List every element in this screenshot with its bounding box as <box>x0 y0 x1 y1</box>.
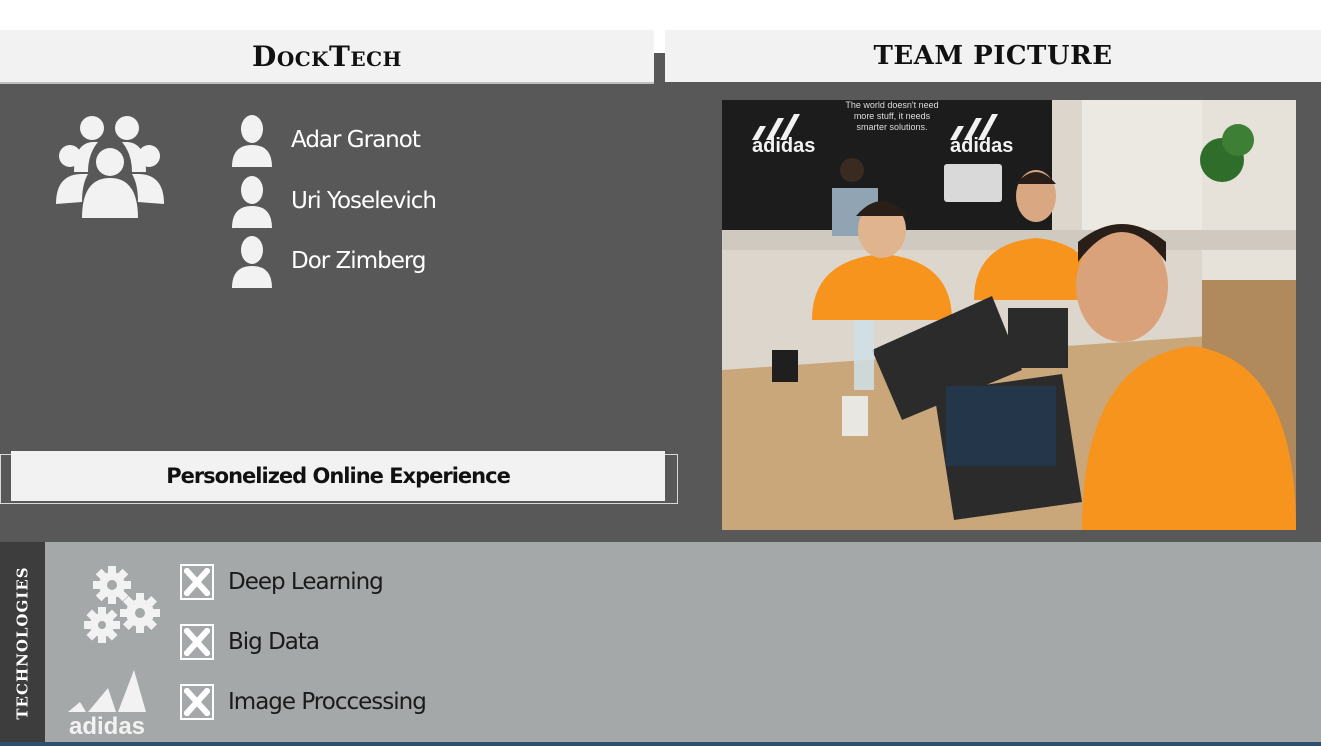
person-icon <box>232 236 272 288</box>
tech-item: Image Proccessing <box>180 682 427 722</box>
member-name: Uri Yoselevich <box>291 188 437 214</box>
photo-poster-text: The world doesn't need more stuff, it ne… <box>845 100 939 132</box>
checkbox-x-icon[interactable] <box>180 684 214 720</box>
photo-adidas-right: adidas <box>950 135 1013 157</box>
adidas-logo: adidas <box>68 670 146 738</box>
project-title: DockTech <box>252 39 402 73</box>
subtitle-text: Personelized Online Experience <box>166 464 511 488</box>
group-icon <box>56 116 164 218</box>
person-icon <box>232 176 272 228</box>
photo-adidas-left: adidas <box>752 135 815 157</box>
tech-item: Deep Learning <box>180 562 384 602</box>
checkbox-x-icon[interactable] <box>180 564 214 600</box>
team-member: Dor Zimberg <box>230 233 427 289</box>
bottom-divider <box>0 742 1321 746</box>
team-picture-title: TEAM PICTURE <box>873 41 1113 71</box>
technologies-label: TECHNOLOGIES <box>13 565 32 720</box>
adidas-wordmark: adidas <box>69 713 145 738</box>
subtitle-box: Personelized Online Experience <box>11 451 665 501</box>
checkbox-x-icon[interactable] <box>180 624 214 660</box>
tech-label: Deep Learning <box>228 569 384 595</box>
team-photo: adidas adidas The world doesn't need mor… <box>722 100 1296 530</box>
tech-label: Image Proccessing <box>228 689 427 715</box>
team-photo-image: adidas adidas The world doesn't need mor… <box>722 100 1296 530</box>
tech-label: Big Data <box>228 629 320 655</box>
team-member: Uri Yoselevich <box>230 173 437 229</box>
person-icon <box>232 115 272 167</box>
technologies-sidebar: TECHNOLOGIES <box>0 542 45 743</box>
member-name: Adar Granot <box>291 127 421 153</box>
gears-icon <box>84 566 160 643</box>
team-picture-header: TEAM PICTURE <box>665 30 1321 82</box>
project-title-box: DockTech <box>0 30 654 84</box>
member-name: Dor Zimberg <box>291 248 427 274</box>
tech-item: Big Data <box>180 622 320 662</box>
team-member: Adar Granot <box>230 112 421 168</box>
